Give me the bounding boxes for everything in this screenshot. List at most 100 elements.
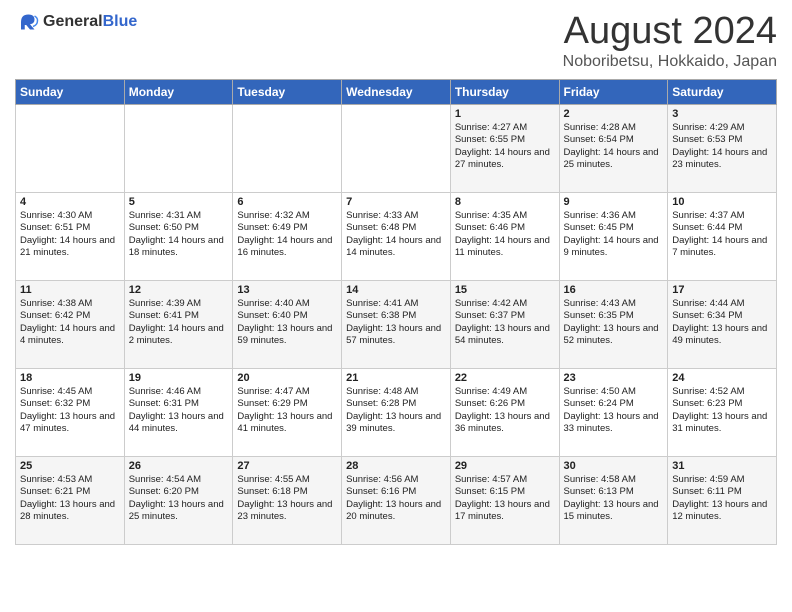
day-info: Sunrise: 4:49 AM [455,386,555,398]
calendar-cell: 7Sunrise: 4:33 AMSunset: 6:48 PMDaylight… [342,193,451,281]
calendar-cell: 6Sunrise: 4:32 AMSunset: 6:49 PMDaylight… [233,193,342,281]
day-info: Sunrise: 4:27 AM [455,122,555,134]
calendar-cell [16,105,125,193]
day-info: Daylight: 14 hours and 16 minutes. [237,235,337,260]
day-of-week-wednesday: Wednesday [342,80,451,105]
day-of-week-tuesday: Tuesday [233,80,342,105]
day-number: 17 [672,284,772,296]
day-info: Sunset: 6:16 PM [346,486,446,498]
day-info: Daylight: 13 hours and 41 minutes. [237,411,337,436]
calendar-body: 1Sunrise: 4:27 AMSunset: 6:55 PMDaylight… [16,105,777,545]
day-info: Daylight: 13 hours and 25 minutes. [129,499,229,524]
day-number: 24 [672,372,772,384]
day-info: Sunrise: 4:57 AM [455,474,555,486]
calendar-cell [233,105,342,193]
day-number: 2 [564,108,664,120]
day-info: Sunrise: 4:36 AM [564,210,664,222]
day-info: Daylight: 14 hours and 25 minutes. [564,147,664,172]
day-number: 31 [672,460,772,472]
day-info: Sunrise: 4:53 AM [20,474,120,486]
calendar-cell: 5Sunrise: 4:31 AMSunset: 6:50 PMDaylight… [124,193,233,281]
day-info: Daylight: 14 hours and 18 minutes. [129,235,229,260]
calendar-cell: 2Sunrise: 4:28 AMSunset: 6:54 PMDaylight… [559,105,668,193]
calendar-cell: 19Sunrise: 4:46 AMSunset: 6:31 PMDayligh… [124,369,233,457]
day-info: Daylight: 14 hours and 14 minutes. [346,235,446,260]
day-info: Sunrise: 4:38 AM [20,298,120,310]
calendar-cell: 23Sunrise: 4:50 AMSunset: 6:24 PMDayligh… [559,369,668,457]
day-info: Sunrise: 4:43 AM [564,298,664,310]
day-number: 28 [346,460,446,472]
day-info: Daylight: 13 hours and 20 minutes. [346,499,446,524]
day-info: Sunset: 6:21 PM [20,486,120,498]
day-info: Daylight: 13 hours and 23 minutes. [237,499,337,524]
day-info: Sunrise: 4:46 AM [129,386,229,398]
day-info: Daylight: 13 hours and 54 minutes. [455,323,555,348]
calendar-cell: 3 Sunrise: 4:29 AMSunset: 6:53 PMDaylight… [668,105,777,193]
day-info: Daylight: 13 hours and 52 minutes. [564,323,664,348]
title-area: August 2024 Noboribetsu, Hokkaido, Japan [563,10,777,71]
day-number: 16 [564,284,664,296]
day-info: Sunset: 6:18 PM [237,486,337,498]
calendar-cell: 20Sunrise: 4:47 AMSunset: 6:29 PMDayligh… [233,369,342,457]
day-info: Sunrise: 4:37 AM [672,210,772,222]
day-info: Sunset: 6:41 PM [129,310,229,322]
day-number: 5 [129,196,229,208]
day-info: Daylight: 13 hours and 39 minutes. [346,411,446,436]
day-info: Daylight: 14 hours and 23 minutes. [672,147,772,172]
day-info: Daylight: 13 hours and 31 minutes. [672,411,772,436]
day-info: Sunset: 6:29 PM [237,398,337,410]
day-info: Sunrise: 4:58 AM [564,474,664,486]
day-info: Sunset: 6:34 PM [672,310,772,322]
day-info: Sunset: 6:40 PM [237,310,337,322]
day-info: Sunset: 6:46 PM [455,222,555,234]
calendar-cell: 8Sunrise: 4:35 AMSunset: 6:46 PMDaylight… [450,193,559,281]
day-number: 22 [455,372,555,384]
day-info: Sunrise: 4:45 AM [20,386,120,398]
calendar-cell: 9Sunrise: 4:36 AMSunset: 6:45 PMDaylight… [559,193,668,281]
day-info: Sunset: 6:15 PM [455,486,555,498]
day-info: Sunset: 6:35 PM [564,310,664,322]
day-info: Daylight: 13 hours and 33 minutes. [564,411,664,436]
day-info: Sunset: 6:26 PM [455,398,555,410]
day-info: Sunset: 6:42 PM [20,310,120,322]
calendar-cell [342,105,451,193]
day-info: Daylight: 14 hours and 27 minutes. [455,147,555,172]
day-number: 13 [237,284,337,296]
calendar-cell: 26Sunrise: 4:54 AMSunset: 6:20 PMDayligh… [124,457,233,545]
day-number: 9 [564,196,664,208]
day-of-week-friday: Friday [559,80,668,105]
day-info: Daylight: 13 hours and 12 minutes. [672,499,772,524]
calendar-cell: 15Sunrise: 4:42 AMSunset: 6:37 PMDayligh… [450,281,559,369]
day-info: Sunrise: 4:32 AM [237,210,337,222]
day-info: Daylight: 14 hours and 21 minutes. [20,235,120,260]
day-info: Sunrise: 4:54 AM [129,474,229,486]
calendar-title: August 2024 [563,10,777,53]
calendar-cell: 1Sunrise: 4:27 AMSunset: 6:55 PMDaylight… [450,105,559,193]
day-of-week-thursday: Thursday [450,80,559,105]
day-info: Sunset: 6:48 PM [346,222,446,234]
calendar-cell: 4Sunrise: 4:30 AMSunset: 6:51 PMDaylight… [16,193,125,281]
week-row-1: 1Sunrise: 4:27 AMSunset: 6:55 PMDaylight… [16,105,777,193]
day-number: 19 [129,372,229,384]
day-info: Sunset: 6:23 PM [672,398,772,410]
day-info: Sunrise: 4:29 AM [672,122,772,134]
day-info: Daylight: 13 hours and 15 minutes. [564,499,664,524]
day-info: Daylight: 13 hours and 49 minutes. [672,323,772,348]
day-number: 20 [237,372,337,384]
day-info: Sunset: 6:45 PM [564,222,664,234]
logo-text-blue: Blue [103,13,138,30]
calendar-cell: 18Sunrise: 4:45 AMSunset: 6:32 PMDayligh… [16,369,125,457]
day-info: Sunset: 6:50 PM [129,222,229,234]
day-info: Sunrise: 4:52 AM [672,386,772,398]
day-number: 3 [672,108,772,120]
day-info: Sunrise: 4:35 AM [455,210,555,222]
day-number: 7 [346,196,446,208]
day-number: 14 [346,284,446,296]
calendar-cell: 31Sunrise: 4:59 AMSunset: 6:11 PMDayligh… [668,457,777,545]
week-row-3: 11Sunrise: 4:38 AMSunset: 6:42 PMDayligh… [16,281,777,369]
day-info: Daylight: 14 hours and 2 minutes. [129,323,229,348]
calendar-cell: 30Sunrise: 4:58 AMSunset: 6:13 PMDayligh… [559,457,668,545]
day-info: Sunset: 6:53 PM [672,134,772,146]
calendar-cell: 22Sunrise: 4:49 AMSunset: 6:26 PMDayligh… [450,369,559,457]
day-info: Sunset: 6:54 PM [564,134,664,146]
